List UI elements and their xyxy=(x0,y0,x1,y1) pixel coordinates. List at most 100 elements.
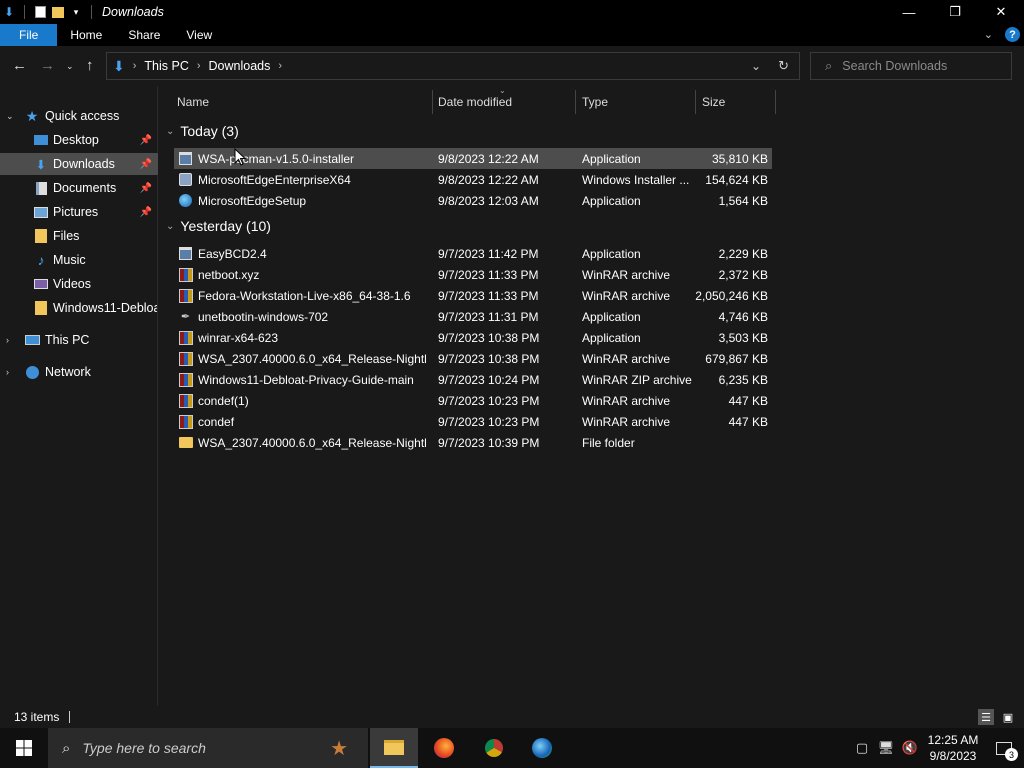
file-row[interactable]: WSA_2307.40000.6.0_x64_Release-Nightly..… xyxy=(174,348,772,369)
breadcrumb-this-pc[interactable]: This PC xyxy=(144,59,188,73)
clock[interactable]: 12:25 AM 9/8/2023 xyxy=(922,732,984,764)
tab-share[interactable]: Share xyxy=(115,24,173,46)
windows-start-icon[interactable] xyxy=(0,728,48,768)
file-row[interactable]: EasyBCD2.4 9/7/2023 11:42 PM Application… xyxy=(174,243,772,264)
file-row[interactable]: ✒ unetbootin-windows-702 9/7/2023 11:31 … xyxy=(174,306,772,327)
file-type: WinRAR archive xyxy=(582,415,671,429)
sidebar-item-network[interactable]: › Network xyxy=(0,361,158,383)
up-arrow-icon[interactable]: ↑ xyxy=(86,57,94,74)
file-row[interactable]: MicrosoftEdgeEnterpriseX64 9/8/2023 12:2… xyxy=(174,169,772,190)
clock-time: 12:25 AM xyxy=(927,733,979,747)
refresh-icon[interactable]: ↻ xyxy=(778,58,789,74)
column-divider[interactable] xyxy=(575,90,576,114)
desktop-icon xyxy=(33,132,49,148)
file-name: condef xyxy=(198,415,235,429)
large-icons-view-icon[interactable]: ▣ xyxy=(1000,709,1016,725)
volume-muted-icon[interactable]: 🔇 xyxy=(898,728,922,768)
sidebar-item-documents[interactable]: Documents 📌 xyxy=(0,177,158,199)
chevron-down-icon[interactable]: ⌄ xyxy=(751,59,761,73)
column-divider[interactable] xyxy=(432,90,433,114)
chevron-down-icon[interactable]: ⌄ xyxy=(166,126,174,137)
file-row[interactable]: MicrosoftEdgeSetup 9/8/2023 12:03 AM App… xyxy=(174,190,772,211)
sidebar-item-desktop[interactable]: Desktop 📌 xyxy=(0,129,158,151)
details-view-icon[interactable]: ☰ xyxy=(978,709,994,725)
sidebar-item-pictures[interactable]: Pictures 📌 xyxy=(0,201,158,223)
chevron-right-icon[interactable]: › xyxy=(6,335,9,345)
column-header-name[interactable]: Name xyxy=(177,90,209,114)
pin-icon[interactable]: 📌 xyxy=(140,207,152,218)
tab-file[interactable]: File xyxy=(0,24,58,46)
notification-count-badge: 3 xyxy=(1005,748,1018,761)
column-header-type[interactable]: Type xyxy=(582,90,608,114)
group-header-yesterday[interactable]: ⌄ Yesterday (10) xyxy=(166,218,271,234)
file-row[interactable]: winrar-x64-623 9/7/2023 10:38 PM Applica… xyxy=(174,327,772,348)
breadcrumb-downloads[interactable]: Downloads xyxy=(209,59,271,73)
file-name: unetbootin-windows-702 xyxy=(198,310,329,324)
column-header-size[interactable]: Size xyxy=(702,90,725,114)
sidebar-item-label: Downloads xyxy=(53,157,115,171)
taskbar-search-placeholder: Type here to search xyxy=(82,740,206,756)
expand-ribbon-icon[interactable]: ⌄ xyxy=(984,28,993,41)
chrome-taskbar-icon[interactable] xyxy=(470,728,518,768)
file-row[interactable]: WSA_2307.40000.6.0_x64_Release-Nightly..… xyxy=(174,432,772,453)
down-arrow-icon[interactable]: ⬇ xyxy=(2,5,16,19)
file-size: 2,229 KB xyxy=(718,247,768,261)
sidebar-item-this-pc[interactable]: › This PC xyxy=(0,329,158,351)
properties-icon[interactable] xyxy=(33,5,47,19)
forward-arrow-icon[interactable]: → xyxy=(40,57,55,74)
search-box[interactable]: ⌕ xyxy=(810,52,1012,80)
chevron-down-icon[interactable]: ⌄ xyxy=(166,221,174,232)
sidebar-item-music[interactable]: ♪ Music xyxy=(0,249,158,271)
chevron-right-icon[interactable]: › xyxy=(133,60,137,72)
file-date: 9/7/2023 10:38 PM xyxy=(438,331,540,345)
minimize-button[interactable]: — xyxy=(886,0,932,24)
network-status-icon[interactable]: 🖥 xyxy=(874,728,898,768)
file-row[interactable]: Fedora-Workstation-Live-x86_64-38-1.6 9/… xyxy=(174,285,772,306)
column-divider[interactable] xyxy=(775,90,776,114)
pin-icon[interactable]: 📌 xyxy=(140,159,152,170)
tab-view[interactable]: View xyxy=(173,24,225,46)
window-title: Downloads xyxy=(102,5,164,19)
file-row[interactable]: condef(1) 9/7/2023 10:23 PM WinRAR archi… xyxy=(174,390,772,411)
notification-center-button[interactable]: 3 xyxy=(984,728,1024,768)
file-size: 447 KB xyxy=(728,415,768,429)
column-divider[interactable] xyxy=(695,90,696,114)
group-header-today[interactable]: ⌄ Today (3) xyxy=(166,123,239,139)
recent-locations-icon[interactable]: ⌄ xyxy=(66,61,74,72)
tab-home[interactable]: Home xyxy=(57,24,115,46)
pin-icon[interactable]: 📌 xyxy=(140,135,152,146)
search-input[interactable] xyxy=(842,59,1003,73)
file-explorer-taskbar-icon[interactable] xyxy=(370,728,418,768)
sidebar-item-windows11-debloat[interactable]: Windows11-Debloa xyxy=(0,297,158,319)
sidebar-item-videos[interactable]: Videos xyxy=(0,273,158,295)
chevron-right-icon[interactable]: › xyxy=(278,60,282,72)
address-bar[interactable]: ⬇ › This PC › Downloads › ⌄ ↻ xyxy=(106,52,800,80)
close-button[interactable]: ✕ xyxy=(978,0,1024,24)
title-bar: ⬇ ▾ Downloads — ❐ ✕ xyxy=(0,0,1024,24)
firefox-taskbar-icon[interactable] xyxy=(420,728,468,768)
help-icon[interactable]: ? xyxy=(1005,27,1020,42)
chevron-right-icon[interactable]: › xyxy=(197,60,201,72)
file-row[interactable]: netboot.xyz 9/7/2023 11:33 PM WinRAR arc… xyxy=(174,264,772,285)
search-highlight-icon[interactable]: ★ xyxy=(330,736,348,761)
edge-taskbar-icon[interactable] xyxy=(518,728,566,768)
sort-chevron-icon: ⌄ xyxy=(499,86,506,95)
file-row[interactable]: condef 9/7/2023 10:23 PM WinRAR archive … xyxy=(174,411,772,432)
file-row[interactable]: Windows11-Debloat-Privacy-Guide-main 9/7… xyxy=(174,369,772,390)
maximize-button[interactable]: ❐ xyxy=(932,0,978,24)
sidebar-item-quick-access[interactable]: ⌄ ★ Quick access xyxy=(0,105,158,127)
file-type: WinRAR ZIP archive xyxy=(582,373,692,387)
sidebar-item-downloads[interactable]: ⬇ Downloads 📌 xyxy=(0,153,158,175)
new-folder-icon[interactable] xyxy=(51,5,65,19)
file-name: EasyBCD2.4 xyxy=(198,247,267,261)
chevron-right-icon[interactable]: › xyxy=(6,367,9,377)
file-row[interactable]: WSA-pacman-v1.5.0-installer 9/8/2023 12:… xyxy=(174,148,772,169)
taskbar-search-box[interactable]: ⌕ Type here to search ★ xyxy=(48,728,368,768)
sidebar-item-files[interactable]: Files xyxy=(0,225,158,247)
chevron-down-icon[interactable]: ⌄ xyxy=(6,111,14,122)
file-size: 679,867 KB xyxy=(705,352,768,366)
pin-icon[interactable]: 📌 xyxy=(140,183,152,194)
meet-now-icon[interactable]: ▢ xyxy=(850,728,874,768)
back-arrow-icon[interactable]: ← xyxy=(12,57,27,74)
customize-toolbar-icon[interactable]: ▾ xyxy=(69,5,83,19)
